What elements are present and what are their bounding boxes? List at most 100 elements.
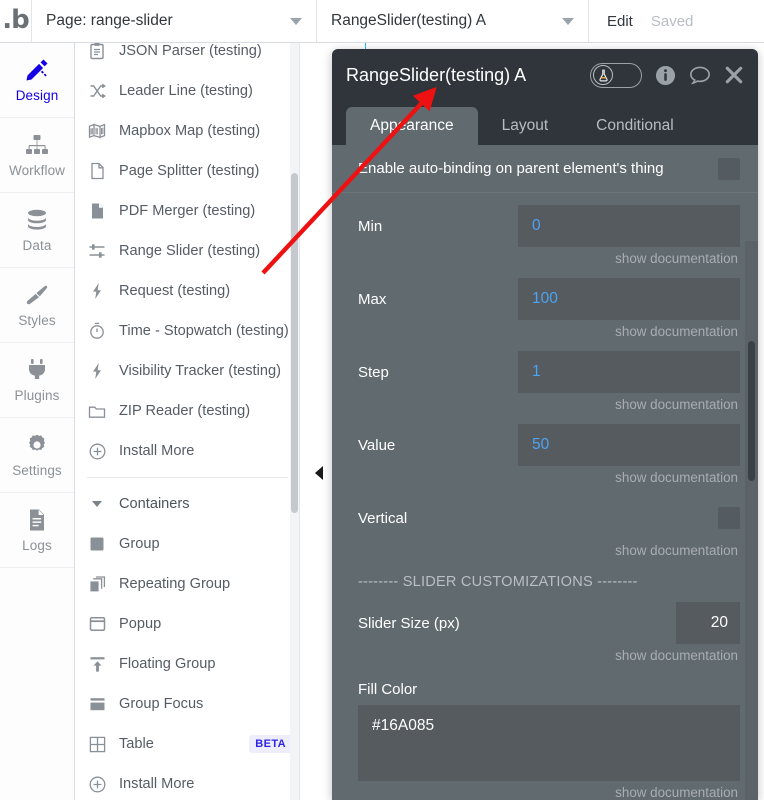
- section-separator-slider-customizations: -------- SLIDER CUSTOMIZATIONS --------: [358, 574, 638, 590]
- status-badge: BETA: [249, 735, 292, 753]
- left-nav: Design Workflow Data Styles Plugins Sett…: [0, 43, 75, 800]
- document-icon: [87, 202, 107, 220]
- design-icon: [24, 57, 50, 83]
- nav-item-plugins[interactable]: Plugins: [0, 343, 74, 418]
- fill-color-input[interactable]: #16A085: [358, 705, 740, 781]
- plus-circle-icon: [87, 443, 107, 460]
- plus-circle-icon: [87, 776, 107, 793]
- element-selector-label: RangeSlider(testing) A: [331, 12, 487, 29]
- list-item[interactable]: Leader Line (testing): [75, 71, 299, 111]
- list-item-label: Request (testing): [119, 283, 231, 299]
- list-item[interactable]: Mapbox Map (testing): [75, 111, 299, 151]
- list-item[interactable]: Popup: [75, 604, 299, 644]
- max-input[interactable]: 100: [518, 278, 740, 320]
- experimental-toggle[interactable]: [590, 62, 642, 88]
- app-root: .b Page: range-slider RangeSlider(testin…: [0, 0, 764, 800]
- list-item-label: Range Slider (testing): [119, 243, 261, 259]
- settings-icon: [25, 432, 49, 458]
- popup-icon: [87, 616, 107, 632]
- list-item-label: Install More: [119, 443, 195, 459]
- list-item-label: Table: [119, 736, 154, 752]
- property-panel-scrollbar[interactable]: [745, 241, 758, 800]
- show-documentation-link[interactable]: show documentation: [358, 247, 740, 266]
- nav-item-workflow[interactable]: Workflow: [0, 118, 74, 193]
- list-item[interactable]: Request (testing): [75, 271, 299, 311]
- field-row-vertical: Vertical: [358, 497, 740, 539]
- list-item[interactable]: JSON Parser (testing): [75, 43, 299, 71]
- nav-item-settings[interactable]: Settings: [0, 418, 74, 493]
- list-item-label: Page Splitter (testing): [119, 163, 260, 179]
- list-item[interactable]: Time - Stopwatch (testing): [75, 311, 299, 351]
- page-selector[interactable]: Page: range-slider: [32, 0, 317, 42]
- list-item[interactable]: Group: [75, 524, 299, 564]
- canvas-right-edge: [758, 43, 764, 800]
- chevron-down-icon: [290, 18, 302, 25]
- nav-label-settings: Settings: [12, 463, 62, 478]
- list-item[interactable]: PDF Merger (testing): [75, 191, 299, 231]
- vertical-checkbox[interactable]: [718, 507, 740, 529]
- comment-icon[interactable]: [689, 65, 711, 86]
- list-item-install-more[interactable]: Install More: [75, 764, 299, 800]
- show-documentation-link[interactable]: show documentation: [358, 466, 740, 485]
- edit-button[interactable]: Edit: [607, 13, 633, 30]
- property-editor-panel: RangeSlider(testing) A Appearance Layout…: [332, 49, 758, 800]
- app-logo[interactable]: .b: [0, 0, 32, 42]
- styles-icon: [25, 282, 50, 308]
- list-item-label: Repeating Group: [119, 576, 231, 592]
- slider-size-input[interactable]: 20: [676, 602, 740, 644]
- list-item-install-more[interactable]: Install More: [75, 431, 299, 471]
- list-item-table[interactable]: Table BETA: [75, 724, 299, 764]
- field-label-fill-color: Fill Color: [358, 681, 418, 698]
- nav-item-styles[interactable]: Styles: [0, 268, 74, 343]
- close-icon[interactable]: [724, 65, 744, 85]
- list-item[interactable]: Visibility Tracker (testing): [75, 351, 299, 391]
- list-group-containers[interactable]: Containers: [75, 484, 299, 524]
- list-item[interactable]: Repeating Group: [75, 564, 299, 604]
- show-documentation-link[interactable]: show documentation: [358, 644, 740, 663]
- float-icon: [87, 656, 107, 673]
- chevron-down-icon: [562, 18, 574, 25]
- nav-item-logs[interactable]: Logs: [0, 493, 74, 568]
- show-documentation-link[interactable]: show documentation: [358, 539, 740, 558]
- list-item[interactable]: Group Focus: [75, 684, 299, 724]
- field-row-value: Value 50: [358, 424, 740, 466]
- shuffle-icon: [87, 83, 107, 99]
- tab-appearance[interactable]: Appearance: [346, 107, 478, 145]
- property-panel-scrollbar-thumb[interactable]: [748, 341, 755, 481]
- info-icon[interactable]: [655, 65, 676, 86]
- field-label-slider-size: Slider Size (px): [358, 614, 460, 632]
- bolt-icon: [87, 362, 107, 380]
- page-icon: [87, 162, 107, 180]
- list-item[interactable]: Page Splitter (testing): [75, 151, 299, 191]
- element-list-panel: JSON Parser (testing) Leader Line (testi…: [75, 43, 300, 800]
- nav-label-logs: Logs: [22, 538, 52, 553]
- show-documentation-link[interactable]: show documentation: [358, 320, 740, 339]
- value-input[interactable]: 50: [518, 424, 740, 466]
- list-item-label: Group Focus: [119, 696, 204, 712]
- nav-item-design[interactable]: Design: [0, 43, 74, 118]
- tab-layout[interactable]: Layout: [478, 107, 573, 145]
- element-selector[interactable]: RangeSlider(testing) A: [317, 0, 589, 42]
- page-selector-label: Page: range-slider: [46, 12, 173, 29]
- saved-status: Saved: [650, 12, 694, 30]
- list-divider: [87, 477, 288, 478]
- nav-item-data[interactable]: Data: [0, 193, 74, 268]
- list-item[interactable]: ZIP Reader (testing): [75, 391, 299, 431]
- list-item-label: Group: [119, 536, 160, 552]
- show-documentation-link[interactable]: show documentation: [358, 393, 740, 412]
- step-input[interactable]: 1: [518, 351, 740, 393]
- plugins-icon: [26, 357, 48, 383]
- field-row-max: Max 100: [358, 278, 740, 320]
- tab-conditional[interactable]: Conditional: [572, 107, 698, 145]
- list-item-range-slider[interactable]: Range Slider (testing): [75, 231, 299, 271]
- show-documentation-link[interactable]: show documentation: [358, 781, 740, 800]
- bolt-icon: [87, 282, 107, 300]
- min-input[interactable]: 0: [518, 205, 740, 247]
- element-list-scrollbar[interactable]: [290, 43, 299, 800]
- folder-icon: [87, 404, 107, 419]
- collapse-panel-arrow-icon[interactable]: [312, 465, 326, 481]
- nav-label-design: Design: [15, 88, 59, 103]
- element-list-scrollbar-thumb[interactable]: [291, 173, 298, 513]
- auto-binding-checkbox[interactable]: [718, 157, 740, 180]
- list-item[interactable]: Floating Group: [75, 644, 299, 684]
